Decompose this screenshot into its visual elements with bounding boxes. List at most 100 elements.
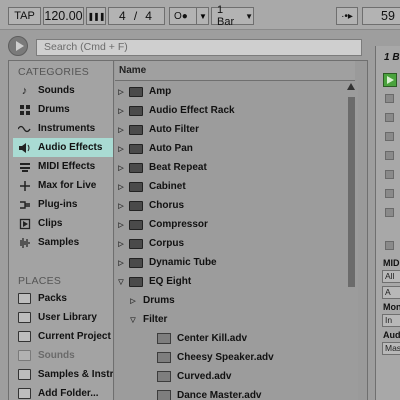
scroll-up-arrow-icon[interactable]: [347, 83, 355, 90]
collapse-triangle-icon[interactable]: ▽: [127, 316, 139, 324]
clip-slot[interactable]: [385, 151, 394, 160]
list-item-label: Dynamic Tube: [149, 257, 217, 268]
folder-icon: [129, 124, 143, 135]
sidebar-item-label: Instruments: [38, 123, 96, 134]
list-item[interactable]: ▷ Auto Pan: [115, 139, 347, 158]
sidebar-item-samples-instruments[interactable]: Samples & Instr: [13, 365, 113, 384]
expand-triangle-icon[interactable]: ▷: [115, 202, 127, 210]
list-item-label: Curved.adv: [177, 371, 232, 382]
expand-triangle-icon[interactable]: ▷: [115, 183, 127, 191]
expand-triangle-icon[interactable]: ▷: [127, 297, 139, 305]
list-item[interactable]: ▷ Chorus: [115, 196, 347, 215]
preset-file-icon: [157, 390, 171, 400]
clip-slot[interactable]: [385, 208, 394, 217]
list-item[interactable]: ▷ Corpus: [115, 234, 347, 253]
folder-icon: [18, 293, 31, 304]
expand-triangle-icon[interactable]: ▷: [115, 164, 127, 172]
metronome-dropdown-chevron-icon[interactable]: ▼: [196, 7, 209, 25]
sidebar-item-clips[interactable]: Clips: [13, 214, 113, 233]
expand-triangle-icon[interactable]: ▷: [115, 126, 127, 134]
sidebar-item-label: Add Folder...: [38, 388, 99, 399]
clip-slot[interactable]: [385, 113, 394, 122]
clip-slot[interactable]: [385, 241, 394, 250]
list-item[interactable]: ▷ Compressor: [115, 215, 347, 234]
midi-from-dropdown[interactable]: All: [382, 270, 400, 283]
list-item-label: Audio Effect Rack: [149, 105, 235, 116]
clip-slot[interactable]: [385, 94, 394, 103]
clip-slot[interactable]: [385, 170, 394, 179]
sidebar-item-packs[interactable]: Packs: [13, 289, 113, 308]
column-header-name[interactable]: Name: [115, 61, 355, 81]
quantize-dropdown[interactable]: 1 Bar ▼: [211, 4, 254, 28]
folder-icon: [129, 105, 143, 116]
list-item[interactable]: ▽ EQ Eight: [115, 272, 347, 291]
sidebar-item-plug-ins[interactable]: Plug-ins: [13, 195, 113, 214]
expand-triangle-icon[interactable]: ▷: [115, 259, 127, 267]
follow-button[interactable]: ·•▸: [336, 7, 358, 25]
list-item[interactable]: ▷ Amp: [115, 82, 347, 101]
expand-triangle-icon[interactable]: ▷: [115, 88, 127, 96]
sidebar-item-user-library[interactable]: User Library: [13, 308, 113, 327]
max-for-live-icon: [18, 179, 31, 192]
collapse-triangle-icon[interactable]: ▽: [115, 278, 127, 286]
sidebar-item-sounds[interactable]: ♪ Sounds: [13, 81, 113, 100]
list-item[interactable]: ▷ Drums: [115, 291, 347, 310]
list-item[interactable]: Dance Master.adv: [115, 386, 347, 400]
time-signature-separator: /: [133, 9, 138, 23]
expand-triangle-icon[interactable]: ▷: [115, 107, 127, 115]
expand-triangle-icon[interactable]: ▷: [115, 145, 127, 153]
plugin-icon: [18, 198, 31, 211]
clip-slot[interactable]: [385, 189, 394, 198]
time-signature-numerator[interactable]: 4: [119, 9, 126, 23]
sidebar-item-instruments[interactable]: Instruments: [13, 119, 113, 138]
clip-slot[interactable]: [385, 132, 394, 141]
list-item[interactable]: Curved.adv: [115, 367, 347, 386]
sidebar-item-label: Samples & Instr: [37, 369, 113, 380]
sidebar-item-label: Current Project: [38, 331, 111, 342]
sidebar-item-label: Plug-ins: [38, 199, 78, 210]
list-item[interactable]: ▷ Audio Effect Rack: [115, 101, 347, 120]
preset-file-icon: [157, 371, 171, 382]
midi-from-label: MID: [383, 258, 400, 268]
tap-tempo-button[interactable]: TAP: [8, 7, 41, 25]
list-item-label: Cheesy Speaker.adv: [177, 352, 274, 363]
scrollbar-thumb[interactable]: [348, 97, 355, 287]
tempo-nudge-button[interactable]: ❚❚❚: [86, 7, 106, 25]
list-item[interactable]: ▷ Beat Repeat: [115, 158, 347, 177]
search-input[interactable]: Search (Cmd + F): [36, 39, 362, 56]
list-item[interactable]: Center Kill.adv: [115, 329, 347, 348]
audio-to-dropdown[interactable]: Mas: [382, 342, 400, 355]
metronome-icon: O●: [174, 10, 188, 22]
sidebar-item-current-project[interactable]: Current Project: [13, 327, 113, 346]
sidebar-item-max-for-live[interactable]: Max for Live: [13, 176, 113, 195]
sidebar-item-sounds-folder[interactable]: Sounds: [13, 346, 113, 365]
time-signature-denominator[interactable]: 4: [145, 9, 152, 23]
sidebar-item-midi-effects[interactable]: MIDI Effects: [13, 157, 113, 176]
browser-scrollbar[interactable]: [345, 81, 358, 400]
list-item[interactable]: ▷ Cabinet: [115, 177, 347, 196]
sidebar-item-audio-effects[interactable]: Audio Effects: [13, 138, 113, 157]
list-item[interactable]: ▷ Dynamic Tube: [115, 253, 347, 272]
sidebar-item-drums[interactable]: Drums: [13, 100, 113, 119]
monitor-in-button[interactable]: In: [382, 314, 400, 327]
browser-toggle-play-icon[interactable]: [8, 36, 28, 56]
transport-bar: TAP 120.00 ❚❚❚ 4 / 4 O● ▼ 1 Bar ▼ ·•▸ 59: [0, 0, 400, 30]
expand-triangle-icon[interactable]: ▷: [115, 221, 127, 229]
add-folder-icon: [18, 388, 31, 399]
track-panel: 1 B MID All A Mon In Aud Mas: [375, 46, 400, 400]
midi-channel-dropdown[interactable]: A: [382, 286, 400, 299]
list-item-label: Beat Repeat: [149, 162, 207, 173]
song-position-field[interactable]: 59: [362, 7, 400, 25]
list-item[interactable]: ▷ Auto Filter: [115, 120, 347, 139]
sidebar-item-samples[interactable]: Samples: [13, 233, 113, 252]
list-item-label: Filter: [143, 314, 168, 325]
list-item[interactable]: ▽ Filter: [115, 310, 347, 329]
clip-launch-play-icon[interactable]: [383, 73, 397, 87]
list-item[interactable]: Cheesy Speaker.adv: [115, 348, 347, 367]
list-item-label: Auto Filter: [149, 124, 199, 135]
sidebar-item-add-folder[interactable]: Add Folder...: [13, 384, 113, 400]
time-signature-field[interactable]: 4 / 4: [108, 7, 165, 25]
expand-triangle-icon[interactable]: ▷: [115, 240, 127, 248]
tempo-field[interactable]: 120.00: [43, 7, 84, 25]
list-item-label: Center Kill.adv: [177, 333, 248, 344]
